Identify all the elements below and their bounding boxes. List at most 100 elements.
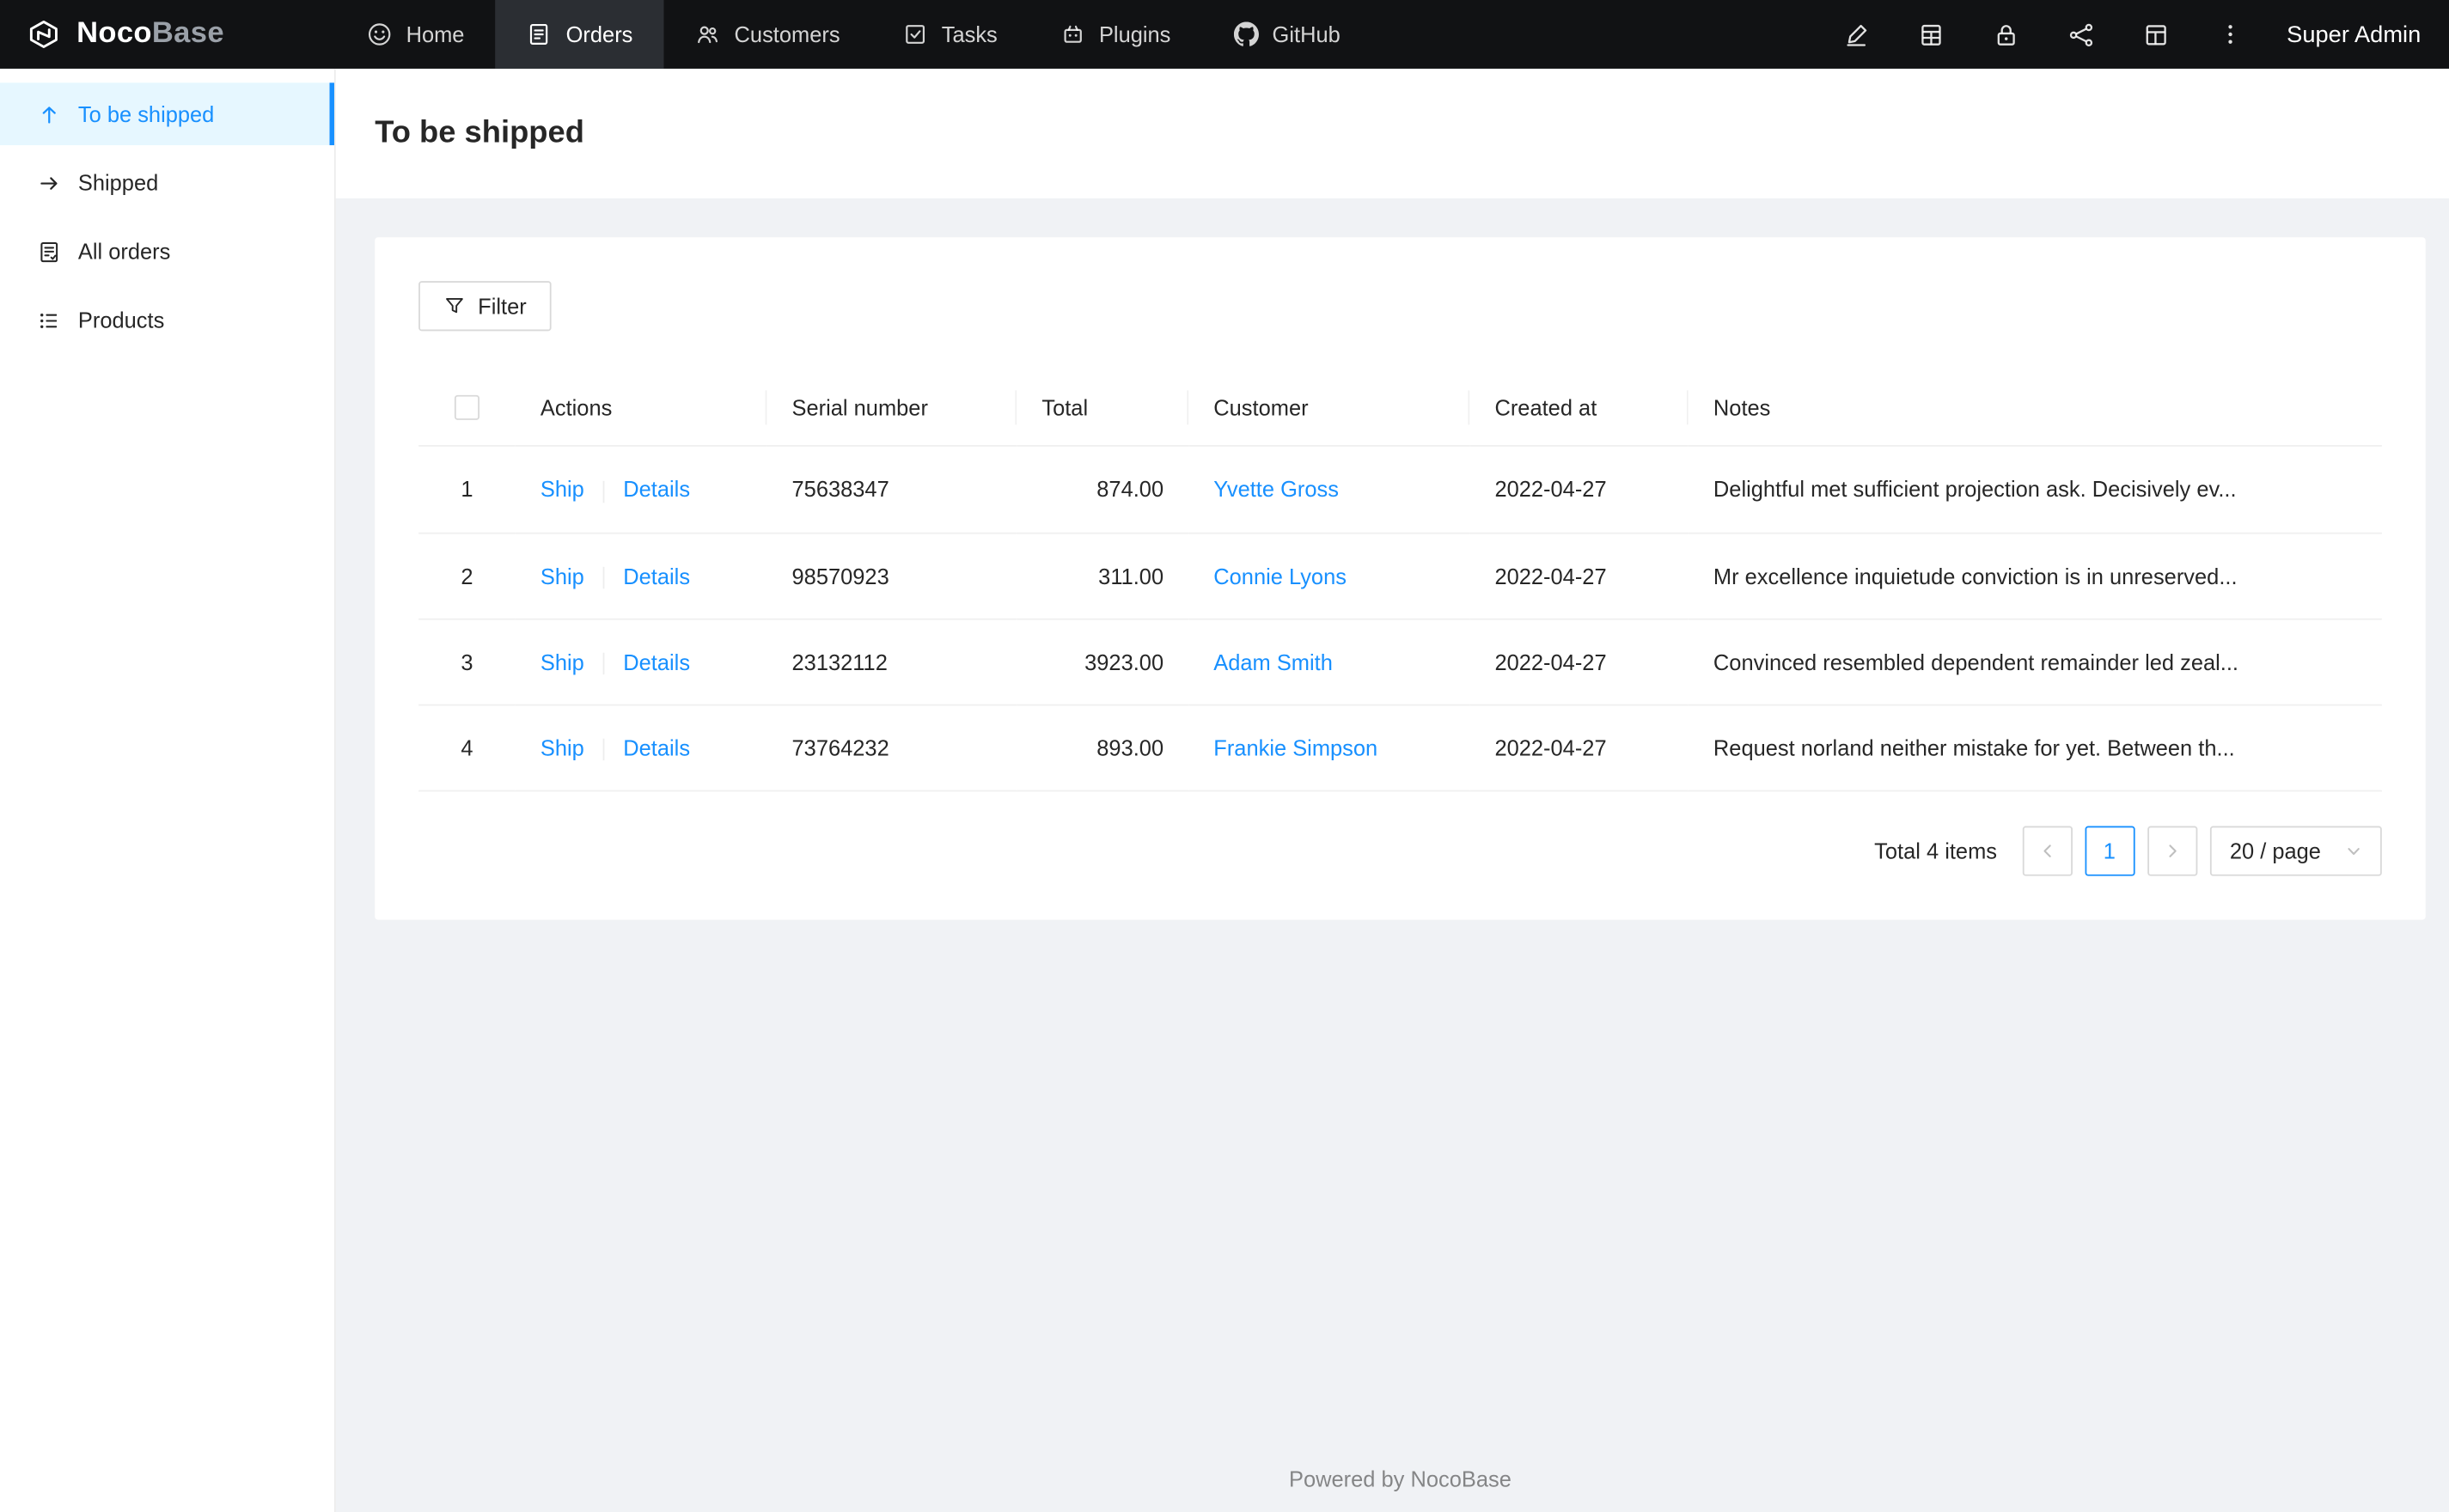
table-row: 4 Ship Details 73764232 893.00 Frankie Si… bbox=[418, 706, 2382, 793]
navbar-right: Super Admin bbox=[1818, 0, 2449, 69]
row-index: 4 bbox=[418, 706, 516, 793]
serial-cell: 98570923 bbox=[766, 533, 1017, 620]
row-index: 1 bbox=[418, 447, 516, 533]
customer-link[interactable]: Yvette Gross bbox=[1213, 477, 1339, 502]
ship-link[interactable]: Ship bbox=[540, 735, 584, 760]
column-header-notes: Notes bbox=[1688, 368, 2382, 448]
nav-item-home[interactable]: Home bbox=[336, 0, 496, 69]
customers-icon bbox=[695, 21, 720, 46]
smile-icon bbox=[367, 21, 392, 46]
sidebar-item-to-be-shipped[interactable]: To be shipped bbox=[0, 82, 334, 146]
ship-link[interactable]: Ship bbox=[540, 477, 584, 502]
details-link[interactable]: Details bbox=[623, 649, 690, 674]
nav-item-label: Home bbox=[406, 21, 465, 47]
top-navbar: NocoBase Home Orders Customers Tasks Plu… bbox=[0, 0, 2449, 69]
customer-link[interactable]: Adam Smith bbox=[1213, 649, 1333, 674]
sidebar-item-label: To be shipped bbox=[77, 101, 215, 127]
arrow-up-icon bbox=[38, 102, 61, 125]
nav-item-tasks[interactable]: Tasks bbox=[871, 0, 1029, 69]
sidebar-item-shipped[interactable]: Shipped bbox=[0, 151, 334, 214]
sidebar-item-all-orders[interactable]: All orders bbox=[0, 220, 334, 283]
details-link[interactable]: Details bbox=[623, 563, 690, 588]
nav-item-label: Customers bbox=[734, 21, 840, 47]
customer-cell: Adam Smith bbox=[1188, 619, 1470, 706]
github-icon bbox=[1233, 21, 1259, 46]
pagination-page-1[interactable]: 1 bbox=[2084, 826, 2134, 877]
customer-cell: Yvette Gross bbox=[1188, 447, 1470, 533]
nav-item-orders[interactable]: Orders bbox=[495, 0, 664, 69]
orders-card: Filter Actions Serial number Total Custo… bbox=[375, 237, 2426, 921]
lock-icon bbox=[1993, 21, 2019, 48]
nav-item-github[interactable]: GitHub bbox=[1202, 0, 1371, 69]
column-header-total: Total bbox=[1017, 368, 1189, 448]
details-link[interactable]: Details bbox=[623, 735, 690, 760]
page-header: To be shipped bbox=[335, 68, 2449, 198]
table-row: 2 Ship Details 98570923 311.00 Connie Lyo… bbox=[418, 533, 2382, 620]
api-button[interactable] bbox=[2043, 0, 2118, 69]
customer-link[interactable]: Connie Lyons bbox=[1213, 564, 1347, 588]
sidebar-item-label: Shipped bbox=[77, 170, 159, 196]
chevron-down-icon bbox=[2346, 844, 2361, 859]
notes-cell: Request norland neither mistake for yet.… bbox=[1688, 706, 2382, 793]
more-button[interactable] bbox=[2193, 0, 2268, 69]
orders-icon bbox=[527, 21, 552, 46]
nav-item-label: GitHub bbox=[1272, 21, 1341, 47]
total-cell: 311.00 bbox=[1017, 533, 1189, 620]
nav-item-label: Tasks bbox=[941, 21, 998, 47]
customer-cell: Connie Lyons bbox=[1188, 533, 1470, 620]
notes-cell: Delightful met sufficient projection ask… bbox=[1688, 447, 2382, 533]
sidebar-item-label: Products bbox=[77, 308, 165, 333]
templates-button[interactable] bbox=[2118, 0, 2193, 69]
logo-text: NocoBase bbox=[76, 17, 224, 52]
content-area: Filter Actions Serial number Total Custo… bbox=[336, 198, 2449, 1512]
sidebar: To be shipped Shipped All orders Product… bbox=[0, 68, 336, 1512]
collections-button[interactable] bbox=[1893, 0, 1968, 69]
action-divider bbox=[602, 739, 605, 762]
column-header-actions: Actions bbox=[515, 368, 767, 448]
templates-icon bbox=[2142, 21, 2169, 48]
created-cell: 2022-04-27 bbox=[1469, 706, 1689, 793]
pagination: Total 4 items 1 20 / page bbox=[418, 826, 2382, 877]
api-icon bbox=[2067, 21, 2094, 48]
main-area: To be shipped Filter Actions Serial numb… bbox=[335, 68, 2449, 1512]
pagination-total: Total 4 items bbox=[1874, 838, 1998, 865]
page-size-value: 20 / page bbox=[2229, 838, 2321, 865]
permissions-button[interactable] bbox=[1968, 0, 2043, 69]
top-menu: Home Orders Customers Tasks Plugins GitH… bbox=[336, 0, 1371, 69]
audit-icon bbox=[38, 240, 61, 263]
list-icon bbox=[38, 308, 61, 332]
pagination-next-button[interactable] bbox=[2147, 826, 2197, 877]
select-all-checkbox[interactable] bbox=[454, 395, 480, 421]
total-cell: 3923.00 bbox=[1017, 619, 1189, 706]
total-cell: 893.00 bbox=[1017, 706, 1189, 793]
nav-item-plugins[interactable]: Plugins bbox=[1029, 0, 1202, 69]
logo[interactable]: NocoBase bbox=[0, 0, 336, 69]
nav-item-customers[interactable]: Customers bbox=[664, 0, 871, 69]
collections-icon bbox=[1917, 21, 1944, 48]
nocobase-logo-icon bbox=[25, 15, 63, 53]
select-all-header bbox=[418, 368, 516, 448]
created-cell: 2022-04-27 bbox=[1469, 447, 1689, 533]
chevron-right-icon bbox=[2164, 844, 2179, 859]
created-cell: 2022-04-27 bbox=[1469, 533, 1689, 620]
footer-text: Powered by NocoBase bbox=[1289, 1466, 1512, 1491]
notes-cell: Mr excellence inquietude conviction is i… bbox=[1688, 533, 2382, 620]
sidebar-item-products[interactable]: Products bbox=[0, 289, 334, 351]
filter-button[interactable]: Filter bbox=[418, 281, 552, 332]
orders-table: Actions Serial number Total Customer Cre… bbox=[418, 368, 2382, 793]
pagination-prev-button[interactable] bbox=[2022, 826, 2073, 877]
total-cell: 874.00 bbox=[1017, 447, 1189, 533]
actions-cell: Ship Details bbox=[515, 533, 767, 620]
serial-cell: 75638347 bbox=[766, 447, 1017, 533]
actions-cell: Ship Details bbox=[515, 447, 767, 533]
ship-link[interactable]: Ship bbox=[540, 649, 584, 674]
user-menu[interactable]: Super Admin bbox=[2268, 21, 2421, 48]
page-size-select[interactable]: 20 / page bbox=[2209, 826, 2382, 877]
customer-link[interactable]: Frankie Simpson bbox=[1213, 736, 1377, 761]
ui-editor-button[interactable] bbox=[1818, 0, 1893, 69]
nav-item-label: Orders bbox=[565, 21, 633, 47]
details-link[interactable]: Details bbox=[623, 477, 690, 502]
action-divider bbox=[602, 480, 605, 503]
sidebar-item-label: All orders bbox=[77, 239, 171, 265]
ship-link[interactable]: Ship bbox=[540, 563, 584, 588]
